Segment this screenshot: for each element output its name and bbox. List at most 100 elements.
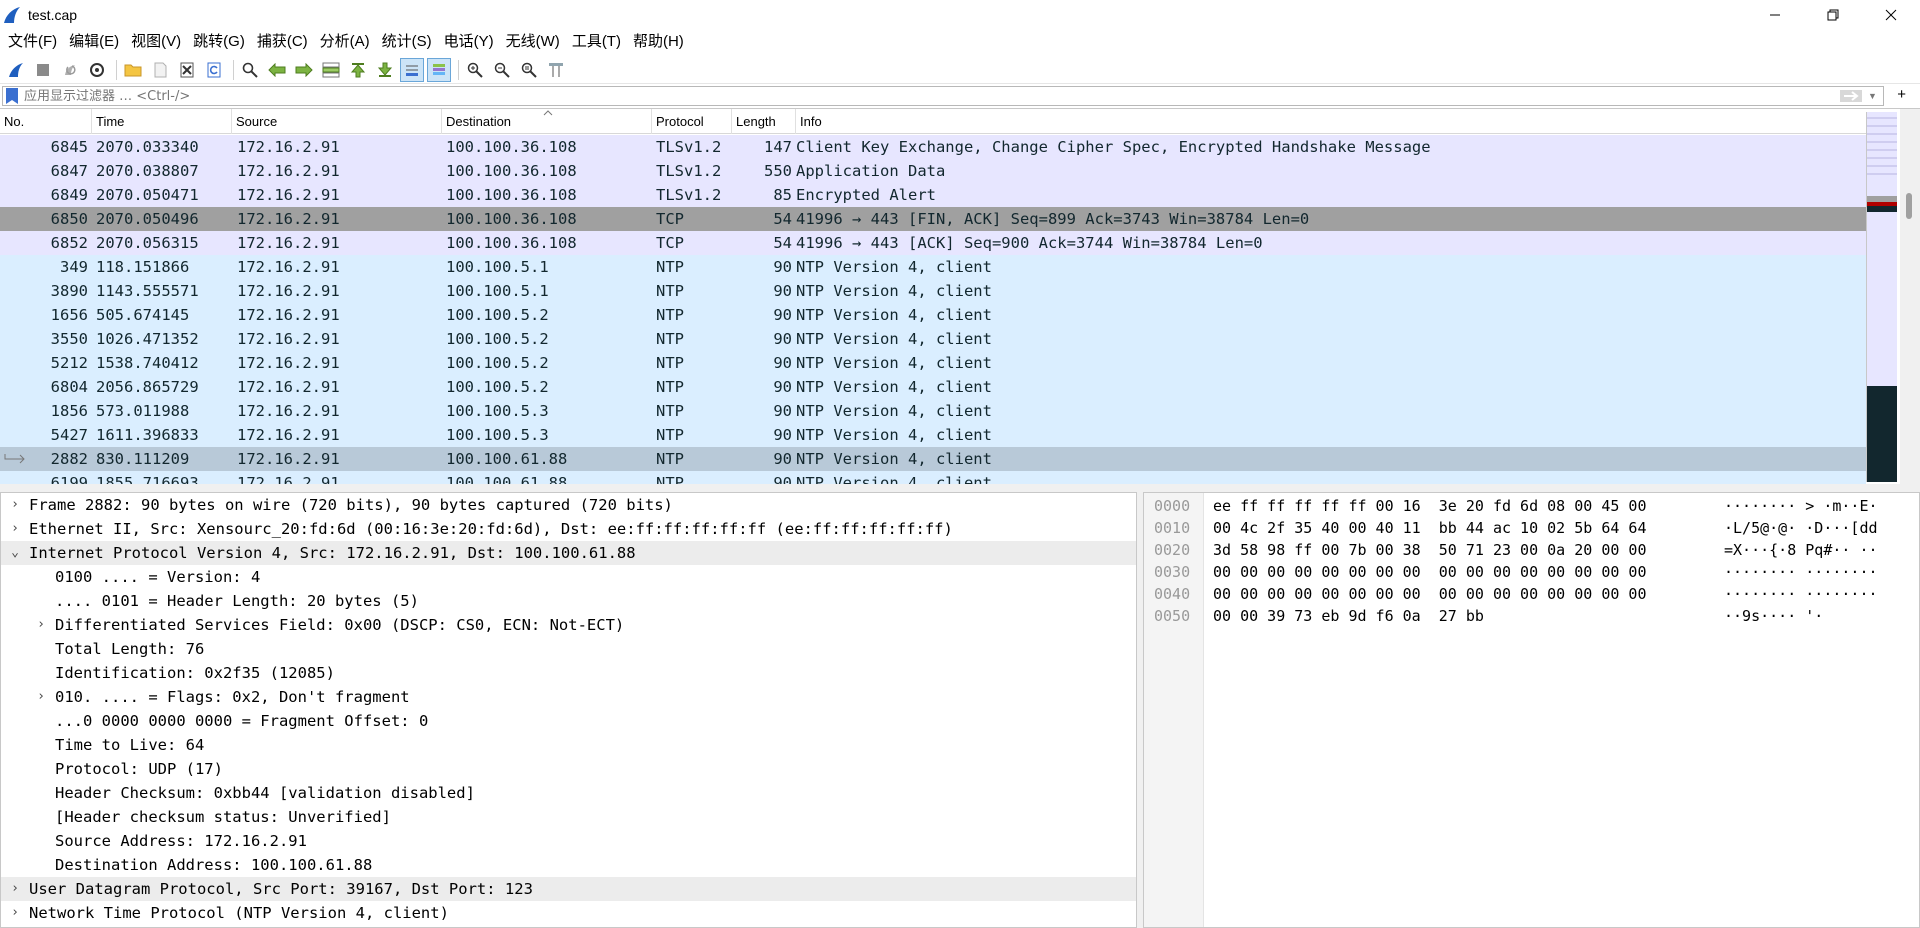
packet-row[interactable]: 1856 573.011988 172.16.2.91 100.100.5.3 NTP 9… bbox=[0, 399, 1866, 423]
menu-statistics[interactable]: 统计(S) bbox=[376, 29, 438, 55]
column-header-length[interactable]: Length bbox=[732, 109, 796, 134]
detail-field-item[interactable]: Identification: 0x2f35 (12085) bbox=[1, 661, 1136, 685]
packet-row[interactable]: 1656 505.674145 172.16.2.91 100.100.5.2 NTP 9… bbox=[0, 303, 1866, 327]
packet-row[interactable]: 5427 1611.396833 172.16.2.91 100.100.5.3 NTP… bbox=[0, 423, 1866, 447]
menu-capture[interactable]: 捕获(C) bbox=[251, 29, 314, 55]
reload-file-button[interactable] bbox=[202, 58, 226, 82]
detail-field-item[interactable]: ...0 0000 0000 0000 = Fragment Offset: 0 bbox=[1, 709, 1136, 733]
resize-columns-button[interactable] bbox=[544, 58, 568, 82]
chevron-right-icon[interactable]: › bbox=[7, 901, 23, 925]
display-filter-input[interactable] bbox=[24, 88, 1838, 104]
chevron-right-icon[interactable]: › bbox=[33, 613, 49, 637]
bytes-row[interactable]: 0010 00 4c 2f 35 40 00 40 11 bb 44 ac 10 … bbox=[1144, 517, 1914, 539]
zoom-normal-button[interactable] bbox=[517, 58, 541, 82]
detail-tree-item[interactable]: ⌄ Internet Protocol Version 4, Src: 172.1… bbox=[1, 541, 1136, 565]
chevron-right-icon[interactable]: › bbox=[7, 493, 23, 517]
go-back-button[interactable] bbox=[265, 58, 289, 82]
detail-field-item[interactable]: › 010. .... = Flags: 0x2, Don't fragment bbox=[1, 685, 1136, 709]
go-to-packet-button[interactable] bbox=[319, 58, 343, 82]
column-header-source[interactable]: Source bbox=[232, 109, 442, 134]
detail-field-item[interactable]: [Header checksum status: Unverified] bbox=[1, 805, 1136, 829]
menu-help[interactable]: 帮助(H) bbox=[627, 29, 690, 55]
packet-source: 172.16.2.91 bbox=[237, 330, 340, 348]
chevron-right-icon[interactable]: › bbox=[33, 685, 49, 709]
detail-field-item[interactable]: Total Length: 76 bbox=[1, 637, 1136, 661]
menu-edit[interactable]: 编辑(E) bbox=[63, 29, 125, 55]
detail-tree-item[interactable]: › Frame 2882: 90 bytes on wire (720 bits)… bbox=[1, 493, 1136, 517]
menu-go[interactable]: 跳转(G) bbox=[187, 29, 251, 55]
bytes-row[interactable]: 0030 00 00 00 00 00 00 00 00 00 00 00 00 … bbox=[1144, 561, 1914, 583]
packet-row[interactable]: 6804 2056.865729 172.16.2.91 100.100.5.2 NTP… bbox=[0, 375, 1866, 399]
autoscroll-button[interactable] bbox=[400, 57, 424, 82]
packet-row[interactable]: 6847 2070.038807 172.16.2.91 100.100.36.108… bbox=[0, 159, 1866, 183]
detail-tree-item[interactable]: › User Datagram Protocol, Src Port: 39167… bbox=[1, 877, 1136, 901]
bytes-row[interactable]: 0050 00 00 39 73 eb 9d f6 0a 27 bb ··9s···… bbox=[1144, 605, 1914, 627]
packet-row[interactable]: 6849 2070.050471 172.16.2.91 100.100.36.108… bbox=[0, 183, 1866, 207]
zoom-in-button[interactable] bbox=[463, 58, 487, 82]
restart-capture-button[interactable] bbox=[58, 58, 82, 82]
column-header-no[interactable]: No. bbox=[0, 109, 92, 134]
restore-button[interactable] bbox=[1804, 0, 1862, 29]
capture-options-button[interactable] bbox=[85, 58, 109, 82]
detail-field-item[interactable]: Time to Live: 64 bbox=[1, 733, 1136, 757]
bytes-ascii: ·L/5@·@· ·D···[dd bbox=[1724, 519, 1878, 537]
detail-tree-item[interactable]: › Network Time Protocol (NTP Version 4, c… bbox=[1, 901, 1136, 925]
menu-telephony[interactable]: 电话(Y) bbox=[438, 29, 500, 55]
detail-field-item[interactable]: Header Checksum: 0xbb44 [validation disa… bbox=[1, 781, 1136, 805]
scrollbar-thumb[interactable] bbox=[1906, 193, 1912, 219]
column-header-protocol[interactable]: Protocol bbox=[652, 109, 732, 134]
start-capture-button[interactable] bbox=[4, 58, 28, 82]
bytes-row[interactable]: 0000 ee ff ff ff ff ff 00 16 3e 20 fd 6d … bbox=[1144, 495, 1914, 517]
packet-row[interactable]: 5212 1538.740412 172.16.2.91 100.100.5.2 NTP… bbox=[0, 351, 1866, 375]
add-filter-button-icon[interactable]: + bbox=[1897, 86, 1906, 103]
column-header-time[interactable]: Time bbox=[92, 109, 232, 134]
detail-tree-item[interactable]: › Ethernet II, Src: Xensourc_20:fd:6d (00… bbox=[1, 517, 1136, 541]
packet-row[interactable]: 6199 1855.716693 172.16.2.91 100.100.61.88 N… bbox=[0, 471, 1866, 484]
colorize-button[interactable] bbox=[427, 57, 451, 82]
close-button[interactable] bbox=[1862, 0, 1920, 29]
packet-row[interactable]: 349 118.151866 172.16.2.91 100.100.5.1 NTP 90… bbox=[0, 255, 1866, 279]
packet-row[interactable]: 6852 2070.056315 172.16.2.91 100.100.36.108… bbox=[0, 231, 1866, 255]
bytes-row[interactable]: 0020 3d 58 98 ff 00 7b 00 38 50 71 23 00 … bbox=[1144, 539, 1914, 561]
menu-wireless[interactable]: 无线(W) bbox=[500, 29, 566, 55]
packet-list-minimap[interactable] bbox=[1866, 112, 1898, 482]
title-bar: test.cap bbox=[0, 0, 1920, 29]
menu-analyze[interactable]: 分析(A) bbox=[314, 29, 376, 55]
packet-row[interactable]: 2882 830.111209 172.16.2.91 100.100.61.88 NT… bbox=[0, 447, 1866, 471]
detail-field-item[interactable]: › Differentiated Services Field: 0x00 (DS… bbox=[1, 613, 1136, 637]
save-file-button[interactable] bbox=[148, 58, 172, 82]
column-header-info[interactable]: Info bbox=[796, 109, 1866, 134]
menu-file[interactable]: 文件(F) bbox=[2, 29, 63, 55]
packet-source: 172.16.2.91 bbox=[237, 210, 340, 228]
go-first-packet-button[interactable] bbox=[346, 58, 370, 82]
packet-protocol: TLSv1.2 bbox=[656, 162, 722, 180]
apply-filter-button[interactable] bbox=[1838, 88, 1864, 104]
menu-tools[interactable]: 工具(T) bbox=[566, 29, 627, 55]
detail-field-item[interactable]: Protocol: UDP (17) bbox=[1, 757, 1136, 781]
menu-view[interactable]: 视图(V) bbox=[125, 29, 187, 55]
chevron-down-icon[interactable]: ⌄ bbox=[7, 541, 23, 565]
chevron-right-icon[interactable]: › bbox=[7, 517, 23, 541]
zoom-out-button[interactable] bbox=[490, 58, 514, 82]
packet-row[interactable]: 6845 2070.033340 172.16.2.91 100.100.36.108… bbox=[0, 135, 1866, 159]
close-file-button[interactable] bbox=[175, 58, 199, 82]
chevron-right-icon[interactable]: › bbox=[7, 877, 23, 901]
detail-field-item[interactable]: Destination Address: 100.100.61.88 bbox=[1, 853, 1136, 877]
packet-row[interactable]: 3890 1143.555571 172.16.2.91 100.100.5.1 NTP… bbox=[0, 279, 1866, 303]
filter-history-dropdown[interactable]: ▼ bbox=[1868, 91, 1880, 101]
packet-row[interactable]: 3550 1026.471352 172.16.2.91 100.100.5.2 NTP… bbox=[0, 327, 1866, 351]
packet-list-scrollbar[interactable] bbox=[1900, 109, 1920, 484]
stop-capture-button[interactable] bbox=[31, 58, 55, 82]
detail-field-item[interactable]: Source Address: 172.16.2.91 bbox=[1, 829, 1136, 853]
pane-splitter-horizontal[interactable] bbox=[0, 484, 1920, 492]
go-forward-button[interactable] bbox=[292, 58, 316, 82]
bytes-row[interactable]: 0040 00 00 00 00 00 00 00 00 00 00 00 00 … bbox=[1144, 583, 1914, 605]
find-packet-button[interactable] bbox=[238, 58, 262, 82]
detail-field-item[interactable]: .... 0101 = Header Length: 20 bytes (5) bbox=[1, 589, 1136, 613]
open-file-button[interactable] bbox=[121, 58, 145, 82]
detail-field-item[interactable]: 0100 .... = Version: 4 bbox=[1, 565, 1136, 589]
filter-bookmark-icon[interactable] bbox=[6, 88, 18, 104]
go-last-packet-button[interactable] bbox=[373, 58, 397, 82]
minimize-button[interactable] bbox=[1746, 0, 1804, 29]
packet-row[interactable]: 6850 2070.050496 172.16.2.91 100.100.36.108… bbox=[0, 207, 1866, 231]
